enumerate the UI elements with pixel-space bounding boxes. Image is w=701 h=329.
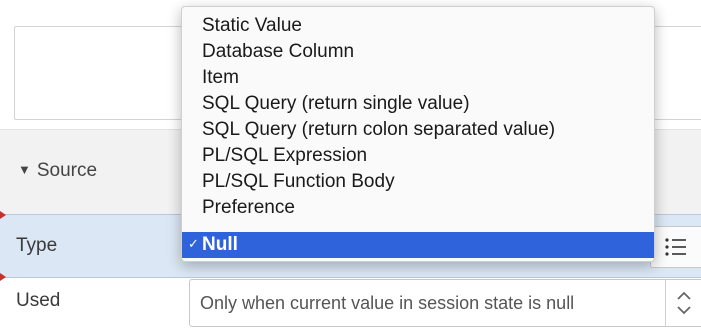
list-picker-button[interactable] — [650, 226, 701, 268]
section-title-label: Source — [36, 160, 98, 181]
used-select[interactable]: Only when current value in session state… — [189, 279, 701, 327]
triangle-down-icon: ▼ — [18, 162, 31, 177]
dropdown-option[interactable]: Static Value — [182, 13, 654, 39]
source-section-title[interactable]: ▼ Source — [18, 160, 97, 182]
used-row: Used Only when current value in session … — [0, 276, 701, 329]
required-marker — [0, 211, 6, 219]
dropdown-option[interactable]: PL/SQL Expression — [182, 143, 654, 169]
dropdown-option[interactable]: PL/SQL Function Body — [182, 169, 654, 195]
dropdown-option[interactable]: SQL Query (return colon separated value) — [182, 117, 654, 143]
dropdown-option[interactable]: SQL Query (return single value) — [182, 91, 654, 117]
type-dropdown-menu[interactable]: Static Value Database Column Item SQL Qu… — [181, 6, 655, 262]
dropdown-option[interactable]: Item — [182, 65, 654, 91]
used-label: Used — [16, 290, 61, 311]
type-label: Type — [16, 235, 58, 256]
dropdown-option[interactable]: Preference — [182, 195, 654, 221]
select-stepper[interactable] — [665, 280, 701, 326]
checkmark-icon: ✓ — [188, 236, 199, 251]
dropdown-option[interactable]: Database Column — [182, 39, 654, 65]
used-select-value: Only when current value in session state… — [200, 293, 575, 313]
up-down-chevron-icon — [677, 291, 691, 315]
dropdown-option-selected[interactable]: ✓ Null — [182, 232, 654, 258]
list-icon — [665, 238, 686, 256]
